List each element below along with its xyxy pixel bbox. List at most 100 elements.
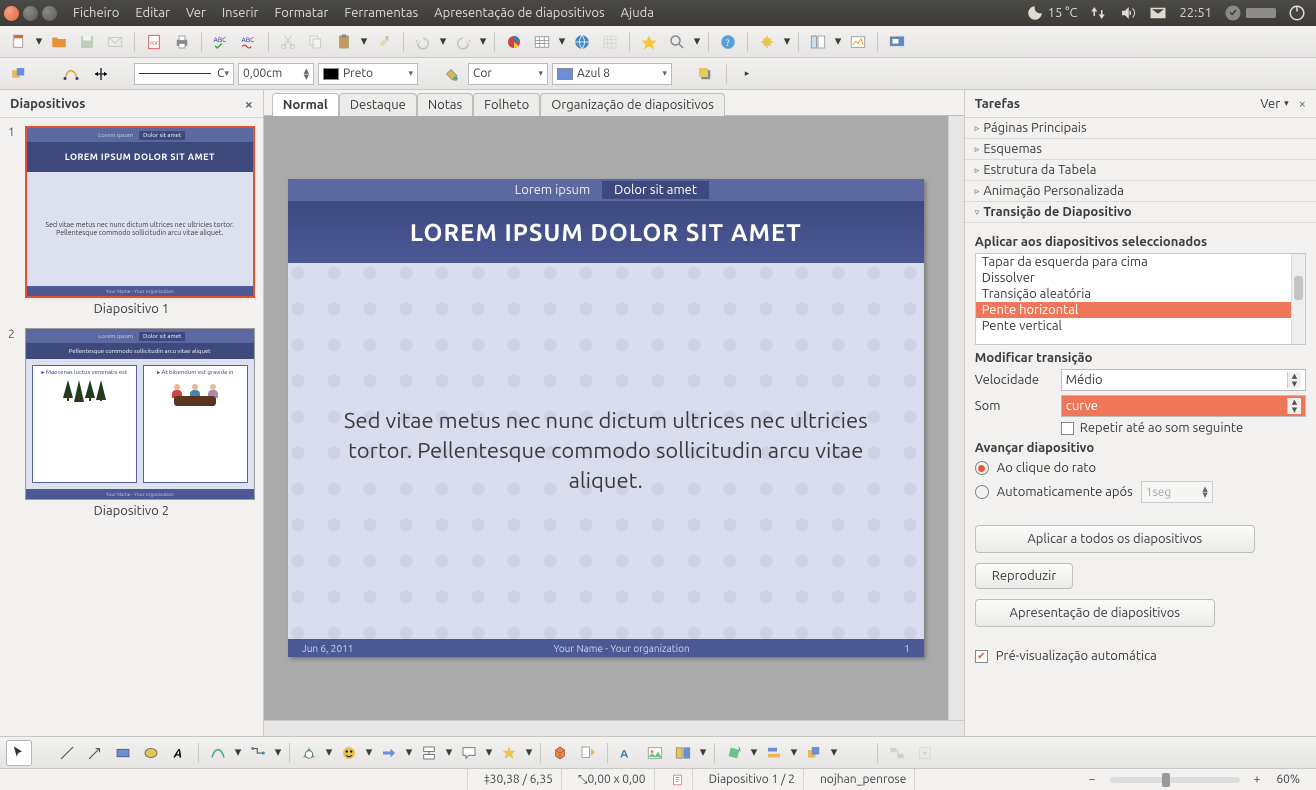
gallery-button[interactable] (670, 740, 696, 766)
line-color-select[interactable]: Preto ▾ (318, 63, 418, 85)
block-arrows-button[interactable] (376, 740, 402, 766)
curve-tool-button[interactable] (205, 740, 231, 766)
advance-auto-radio[interactable] (975, 485, 989, 499)
gallery-dropdown[interactable]: ▾ (698, 740, 708, 766)
apply-all-button[interactable]: Aplicar a todos os diapositivos (975, 525, 1255, 553)
redo-button[interactable] (450, 29, 476, 55)
status-zoom[interactable]: 60% (1268, 769, 1308, 790)
slide-design-button[interactable] (845, 29, 871, 55)
format-paintbrush-button[interactable] (371, 29, 397, 55)
transition-item[interactable]: Dissolver (976, 270, 1305, 286)
menu-apresentacao[interactable]: Apresentação de diapositivos (426, 2, 612, 24)
basic-shapes-dropdown[interactable]: ▾ (324, 740, 334, 766)
zoom-button[interactable] (664, 29, 690, 55)
curve-dropdown[interactable]: ▾ (233, 740, 243, 766)
tab-notas[interactable]: Notas (417, 93, 473, 116)
align-dropdown[interactable]: ▾ (789, 740, 799, 766)
insert-image-button[interactable] (642, 740, 668, 766)
align-button[interactable] (761, 740, 787, 766)
menu-formatar[interactable]: Formatar (266, 2, 336, 24)
fill-mode-select[interactable]: Cor ▾ (468, 63, 548, 85)
user-indicator[interactable] (1218, 4, 1282, 22)
status-template[interactable]: nojhan_penrose (812, 769, 915, 790)
preview-checkbox[interactable]: ✔ (975, 650, 988, 663)
callouts-dropdown[interactable]: ▾ (484, 740, 494, 766)
rect-tool-button[interactable] (110, 740, 136, 766)
undo-button[interactable] (410, 29, 436, 55)
maximize-icon[interactable] (42, 6, 57, 21)
task-sec-animation[interactable]: ▹Animação Personalizada (965, 181, 1316, 202)
tab-destaque[interactable]: Destaque (339, 93, 417, 116)
redo-dropdown[interactable]: ▾ (478, 29, 488, 55)
arrow-tool-button[interactable] (82, 740, 108, 766)
repeat-row[interactable]: Repetir até ao som seguinte (1061, 421, 1306, 435)
status-slide-info[interactable]: Diapositivo 1 / 2 (701, 769, 804, 790)
task-sec-table[interactable]: ▹Estrutura da Tabela (965, 160, 1316, 181)
advance-time-input[interactable]: 1seg ▲▼ (1141, 481, 1213, 503)
transition-list-scrollbar[interactable] (1291, 254, 1305, 344)
horizontal-scrollbar[interactable] (264, 720, 964, 736)
slide-panel-dropdown[interactable]: ▾ (833, 29, 843, 55)
export-pdf-button[interactable]: PDF (141, 29, 167, 55)
line-width-input[interactable]: 0,00cm ▲▼ (238, 63, 314, 85)
clock-indicator[interactable]: 22:51 (1173, 6, 1218, 20)
text-tool-button[interactable]: A (166, 740, 192, 766)
network-indicator[interactable] (1083, 4, 1113, 22)
copy-button[interactable] (303, 29, 329, 55)
arrange-button[interactable] (6, 61, 32, 87)
slide-title[interactable]: LOREM IPSUM DOLOR SIT AMET (288, 201, 924, 263)
slide-canvas[interactable]: Lorem ipsum Dolor sit amet LOREM IPSUM D… (288, 179, 924, 657)
close-panel-icon[interactable]: × (245, 96, 253, 112)
canvas-viewport[interactable]: Lorem ipsum Dolor sit amet LOREM IPSUM D… (264, 116, 948, 720)
line-tool-button[interactable] (54, 740, 80, 766)
callouts-button[interactable] (456, 740, 482, 766)
new-doc-button[interactable] (6, 29, 32, 55)
slideshow-button[interactable] (884, 29, 910, 55)
line-style-select[interactable]: C ▾ (134, 63, 234, 85)
slide-body[interactable]: Sed vitae metus nec nunc dictum ultrices… (288, 263, 924, 639)
connector-tool-button[interactable] (245, 740, 271, 766)
tab-normal[interactable]: Normal (272, 93, 339, 116)
navigator-button[interactable] (636, 29, 662, 55)
extension-dropdown[interactable]: ▾ (782, 29, 792, 55)
table-button[interactable] (529, 29, 555, 55)
menu-inserir[interactable]: Inserir (214, 2, 267, 24)
ellipse-tool-button[interactable] (138, 740, 164, 766)
task-sec-layouts[interactable]: ▹Esquemas (965, 139, 1316, 160)
basic-shapes-button[interactable] (296, 740, 322, 766)
stars-button[interactable] (496, 740, 522, 766)
edit-points-button[interactable] (58, 61, 84, 87)
flowchart-button[interactable] (416, 740, 442, 766)
zoom-dropdown[interactable]: ▾ (692, 29, 702, 55)
preview-row[interactable]: ✔ Pré-visualização automática (975, 649, 1306, 663)
symbol-shapes-dropdown[interactable]: ▾ (364, 740, 374, 766)
transition-item[interactable]: Pente vertical (976, 318, 1305, 334)
menu-ferramentas[interactable]: Ferramentas (336, 2, 426, 24)
save-button[interactable] (74, 29, 100, 55)
tasks-view-dropdown[interactable]: Ver ▾ × (1260, 97, 1306, 111)
rotate-button[interactable] (721, 740, 747, 766)
fill-color-select[interactable]: Azul 8 ▾ (552, 63, 672, 85)
email-button[interactable] (102, 29, 128, 55)
repeat-checkbox[interactable] (1061, 422, 1074, 435)
extension-button[interactable] (754, 29, 780, 55)
auto-spellcheck-button[interactable]: ABC (236, 29, 262, 55)
transition-item[interactable]: Transição aleatória (976, 286, 1305, 302)
interaction-button[interactable] (884, 740, 910, 766)
sound-select[interactable]: curve ▲▼ (1061, 395, 1306, 417)
symbol-shapes-button[interactable] (336, 740, 362, 766)
help-button[interactable]: ? (715, 29, 741, 55)
transition-item[interactable]: Tapar da esquerda para cima (976, 254, 1305, 270)
select-tool-button[interactable] (6, 740, 32, 766)
block-arrows-dropdown[interactable]: ▾ (404, 740, 414, 766)
transition-list[interactable]: Tapar da esquerda para cima Dissolver Tr… (975, 253, 1306, 345)
power-indicator[interactable] (1282, 4, 1312, 22)
play-button[interactable]: Reproduzir (975, 563, 1073, 589)
menu-ajuda[interactable]: Ajuda (613, 2, 662, 24)
volume-indicator[interactable] (1113, 4, 1143, 22)
stars-dropdown[interactable]: ▾ (524, 740, 534, 766)
grid-button[interactable] (597, 29, 623, 55)
menu-ver[interactable]: Ver (178, 2, 214, 24)
arrange-stack-button[interactable] (801, 740, 827, 766)
transition-item-selected[interactable]: Pente horizontal (976, 302, 1305, 318)
